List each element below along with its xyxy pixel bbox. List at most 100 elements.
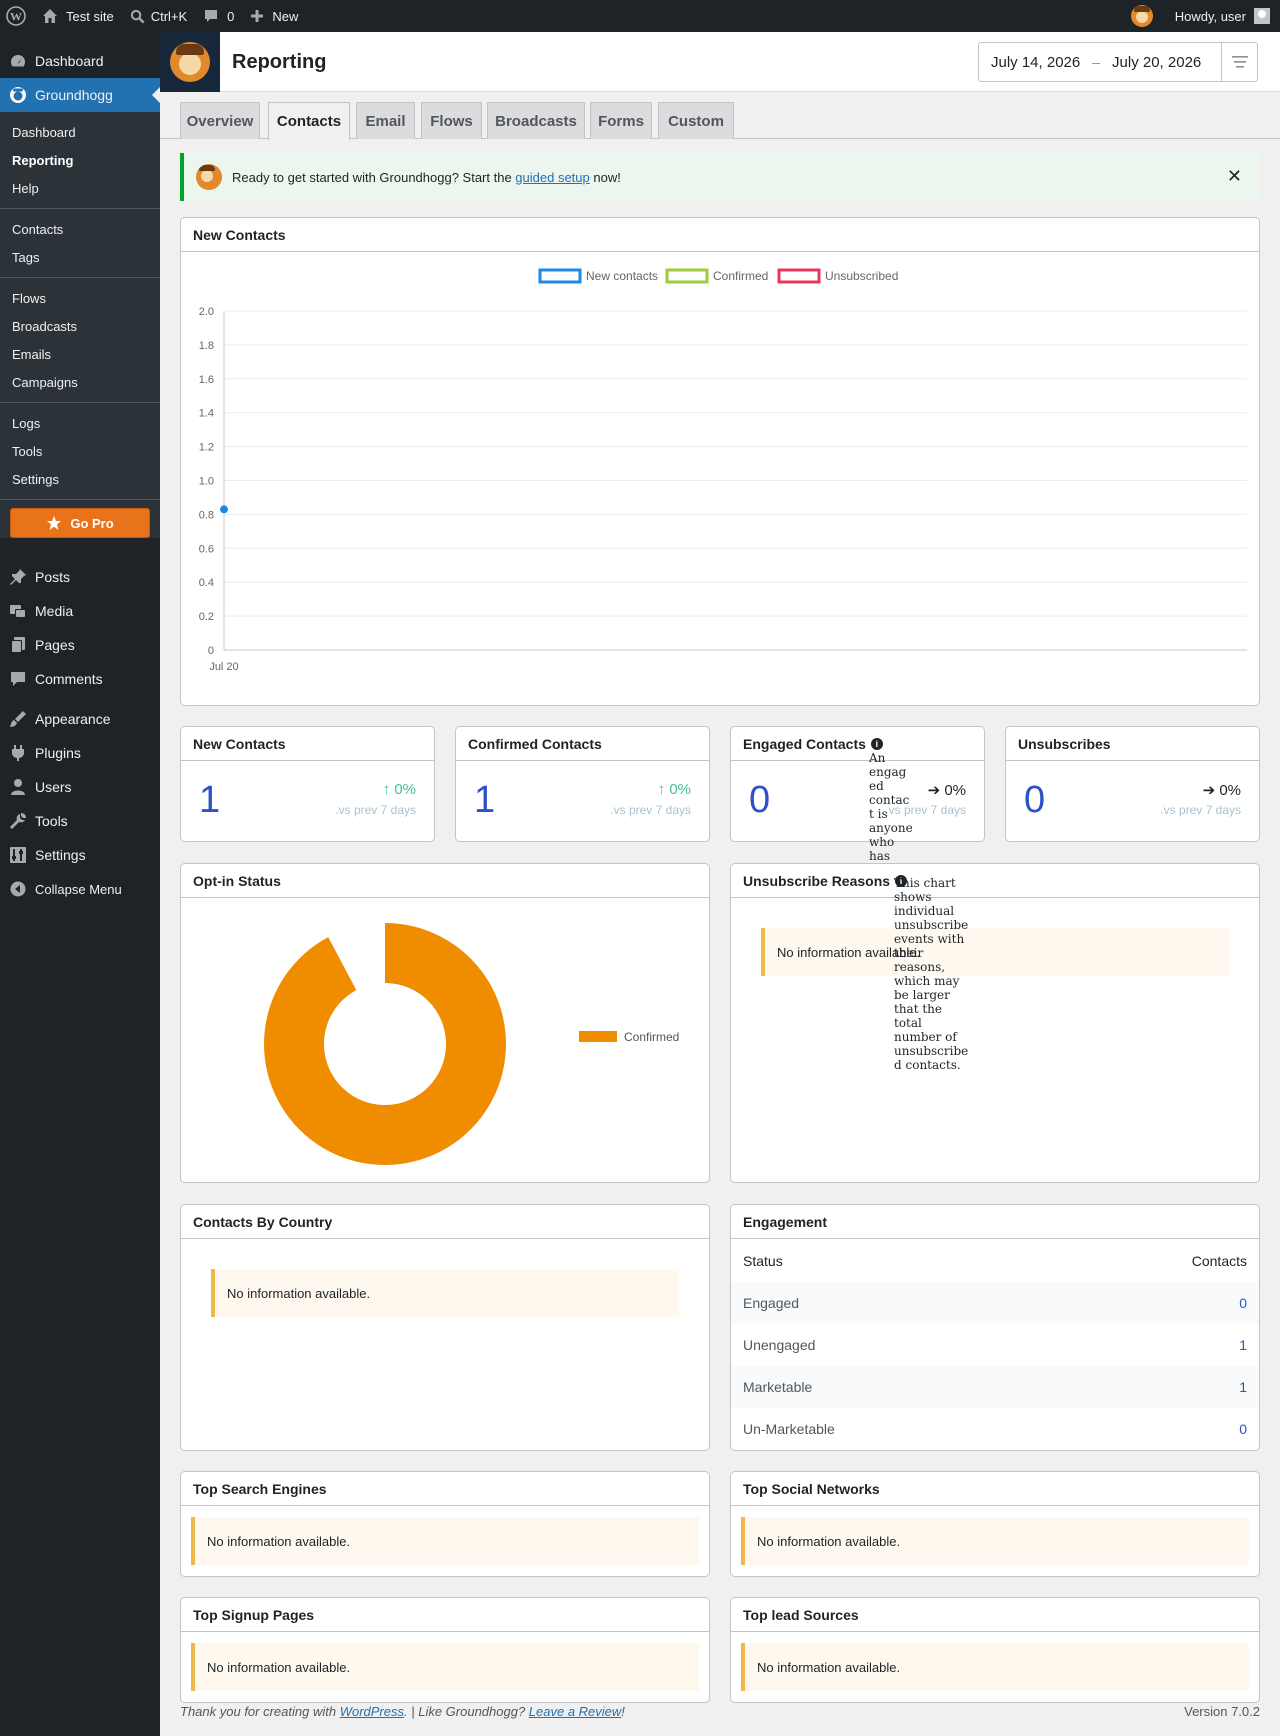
menu-plugins[interactable]: Plugins	[0, 736, 160, 770]
stat-card-confirmed-contacts: Confirmed Contacts 1 ↑ 0% .vs prev 7 day…	[455, 726, 710, 842]
table-row: Marketable 1	[731, 1366, 1259, 1408]
stat-card-new-contacts: New Contacts 1 ↑ 0% .vs prev 7 days	[180, 726, 435, 842]
site-name-link[interactable]: Test site	[34, 0, 122, 32]
tab-broadcasts[interactable]: Broadcasts	[487, 102, 585, 139]
y-tick-label: 0.2	[199, 611, 214, 623]
menu-appearance[interactable]: Appearance	[0, 702, 160, 736]
row-count-link[interactable]: 0	[1239, 1295, 1247, 1311]
date-range-picker[interactable]: July 14, 2026 – July 20, 2026	[978, 42, 1258, 82]
stat-title: Confirmed Contacts	[456, 727, 709, 761]
submenu-campaigns[interactable]: Campaigns	[0, 368, 160, 396]
comments-count: 0	[227, 8, 235, 24]
my-account-link[interactable]: Howdy, user	[1167, 0, 1280, 32]
tab-forms[interactable]: Forms	[590, 102, 652, 139]
howdy-text: Howdy, user	[1174, 8, 1246, 24]
page-header: Reporting July 14, 2026 – July 20, 2026	[160, 32, 1280, 92]
menu-groundhogg[interactable]: Groundhogg	[0, 78, 160, 112]
legend-swatch[interactable]	[538, 268, 582, 284]
stat-title: Engaged Contacts	[743, 735, 866, 752]
engagement-header-row: Status Contacts	[731, 1240, 1259, 1282]
comments-link[interactable]: 0	[195, 0, 242, 32]
tab-overview[interactable]: Overview	[180, 102, 260, 139]
submenu-emails[interactable]: Emails	[0, 340, 160, 368]
stat-value: 1	[199, 779, 221, 821]
filter-menu-button[interactable]	[1221, 43, 1257, 81]
home-icon	[43, 9, 57, 23]
close-icon[interactable]: ✕	[1227, 166, 1242, 187]
no-data-notice: No information available.	[741, 1643, 1249, 1691]
submenu-reporting[interactable]: Reporting	[0, 146, 160, 174]
table-row: Un-Marketable 0	[731, 1408, 1259, 1450]
legend-label[interactable]: New contacts	[586, 269, 658, 283]
site-name: Test site	[66, 8, 114, 24]
date-separator: –	[1092, 54, 1101, 70]
card-title: Top Social Networks	[731, 1472, 1259, 1506]
menu-media[interactable]: Media	[0, 594, 160, 628]
date-end[interactable]: July 20, 2026	[1112, 54, 1201, 71]
collapse-menu-button[interactable]: Collapse Menu	[0, 872, 160, 906]
leave-review-link[interactable]: Leave a Review	[529, 1704, 622, 1719]
wordpress-logo-icon[interactable]: W	[0, 0, 34, 32]
menu-posts[interactable]: Posts	[0, 560, 160, 594]
submenu-tags[interactable]: Tags	[0, 243, 160, 271]
submenu-tools[interactable]: Tools	[0, 437, 160, 465]
menu-users[interactable]: Users	[0, 770, 160, 804]
info-icon[interactable]: i	[870, 737, 883, 750]
legend-swatch[interactable]	[665, 268, 709, 284]
footer-text: Thank you for creating with	[180, 1704, 340, 1719]
submenu-flows[interactable]: Flows	[0, 284, 160, 312]
unsubscribe-reasons-tooltip: This chart shows individual unsubscribe …	[894, 876, 969, 1072]
row-status: Engaged	[743, 1295, 800, 1311]
menu-comments[interactable]: Comments	[0, 662, 160, 696]
setup-notice: Ready to get started with Groundhogg? St…	[180, 153, 1260, 201]
menu-settings[interactable]: Settings	[0, 838, 160, 872]
data-point[interactable]	[220, 505, 228, 514]
dashboard-icon	[9, 52, 27, 70]
new-content-link[interactable]: New	[242, 0, 306, 32]
submenu-broadcasts[interactable]: Broadcasts	[0, 312, 160, 340]
y-tick-label: 0.4	[199, 577, 214, 589]
card-title-row: Unsubscribe Reasons i	[731, 864, 1259, 898]
tab-email[interactable]: Email	[356, 102, 415, 139]
submenu-contacts[interactable]: Contacts	[0, 215, 160, 243]
groundhogg-adminbar-link[interactable]	[1123, 0, 1167, 32]
row-count-link[interactable]: 0	[1239, 1421, 1247, 1437]
submenu-help[interactable]: Help	[0, 174, 160, 202]
menu-pages-label: Pages	[35, 637, 75, 653]
legend-swatch[interactable]	[777, 268, 821, 284]
groundhogg-mascot-icon	[1130, 5, 1153, 27]
submenu-settings[interactable]: Settings	[0, 465, 160, 493]
legend-label[interactable]: Confirmed	[713, 269, 768, 283]
menu-pages[interactable]: Pages	[0, 628, 160, 662]
submenu-dashboard[interactable]: Dashboard	[0, 118, 160, 146]
new-contacts-line-chart: New contacts Confirmed Unsubscribed 2.0 1.8…	[199, 268, 1247, 673]
comment-icon	[205, 10, 218, 22]
search-shortcut[interactable]: Ctrl+K	[122, 0, 195, 32]
optin-donut-chart: Confirmed	[263, 923, 679, 1165]
row-status: Unengaged	[743, 1337, 816, 1353]
contacts-by-country-card: Contacts By Country No information avail…	[180, 1204, 710, 1451]
wrench-icon	[9, 812, 27, 830]
go-pro-button[interactable]: Go Pro	[10, 508, 150, 538]
guided-setup-link[interactable]: guided setup	[515, 170, 589, 185]
search-icon	[130, 9, 145, 23]
card-title: Contacts By Country	[181, 1205, 709, 1239]
date-start[interactable]: July 14, 2026	[991, 54, 1080, 71]
row-count-link[interactable]: 1	[1239, 1379, 1247, 1395]
menu-comments-label: Comments	[35, 671, 103, 687]
row-count-link[interactable]: 1	[1239, 1337, 1247, 1353]
groundhogg-icon	[9, 86, 27, 104]
y-tick-label: 1.8	[199, 340, 214, 352]
submenu-logs[interactable]: Logs	[0, 409, 160, 437]
legend-label[interactable]: Unsubscribed	[825, 269, 898, 283]
menu-dashboard[interactable]: Dashboard	[0, 44, 160, 78]
y-tick-label: 0.8	[199, 509, 214, 521]
menu-users-label: Users	[35, 779, 72, 795]
tab-custom[interactable]: Custom	[658, 102, 734, 139]
tab-flows[interactable]: Flows	[421, 102, 482, 139]
card-title: Top Signup Pages	[181, 1598, 709, 1632]
wordpress-link[interactable]: WordPress	[340, 1704, 404, 1719]
menu-tools[interactable]: Tools	[0, 804, 160, 838]
tab-contacts[interactable]: Contacts	[268, 102, 350, 140]
submenu-divider	[0, 208, 160, 209]
